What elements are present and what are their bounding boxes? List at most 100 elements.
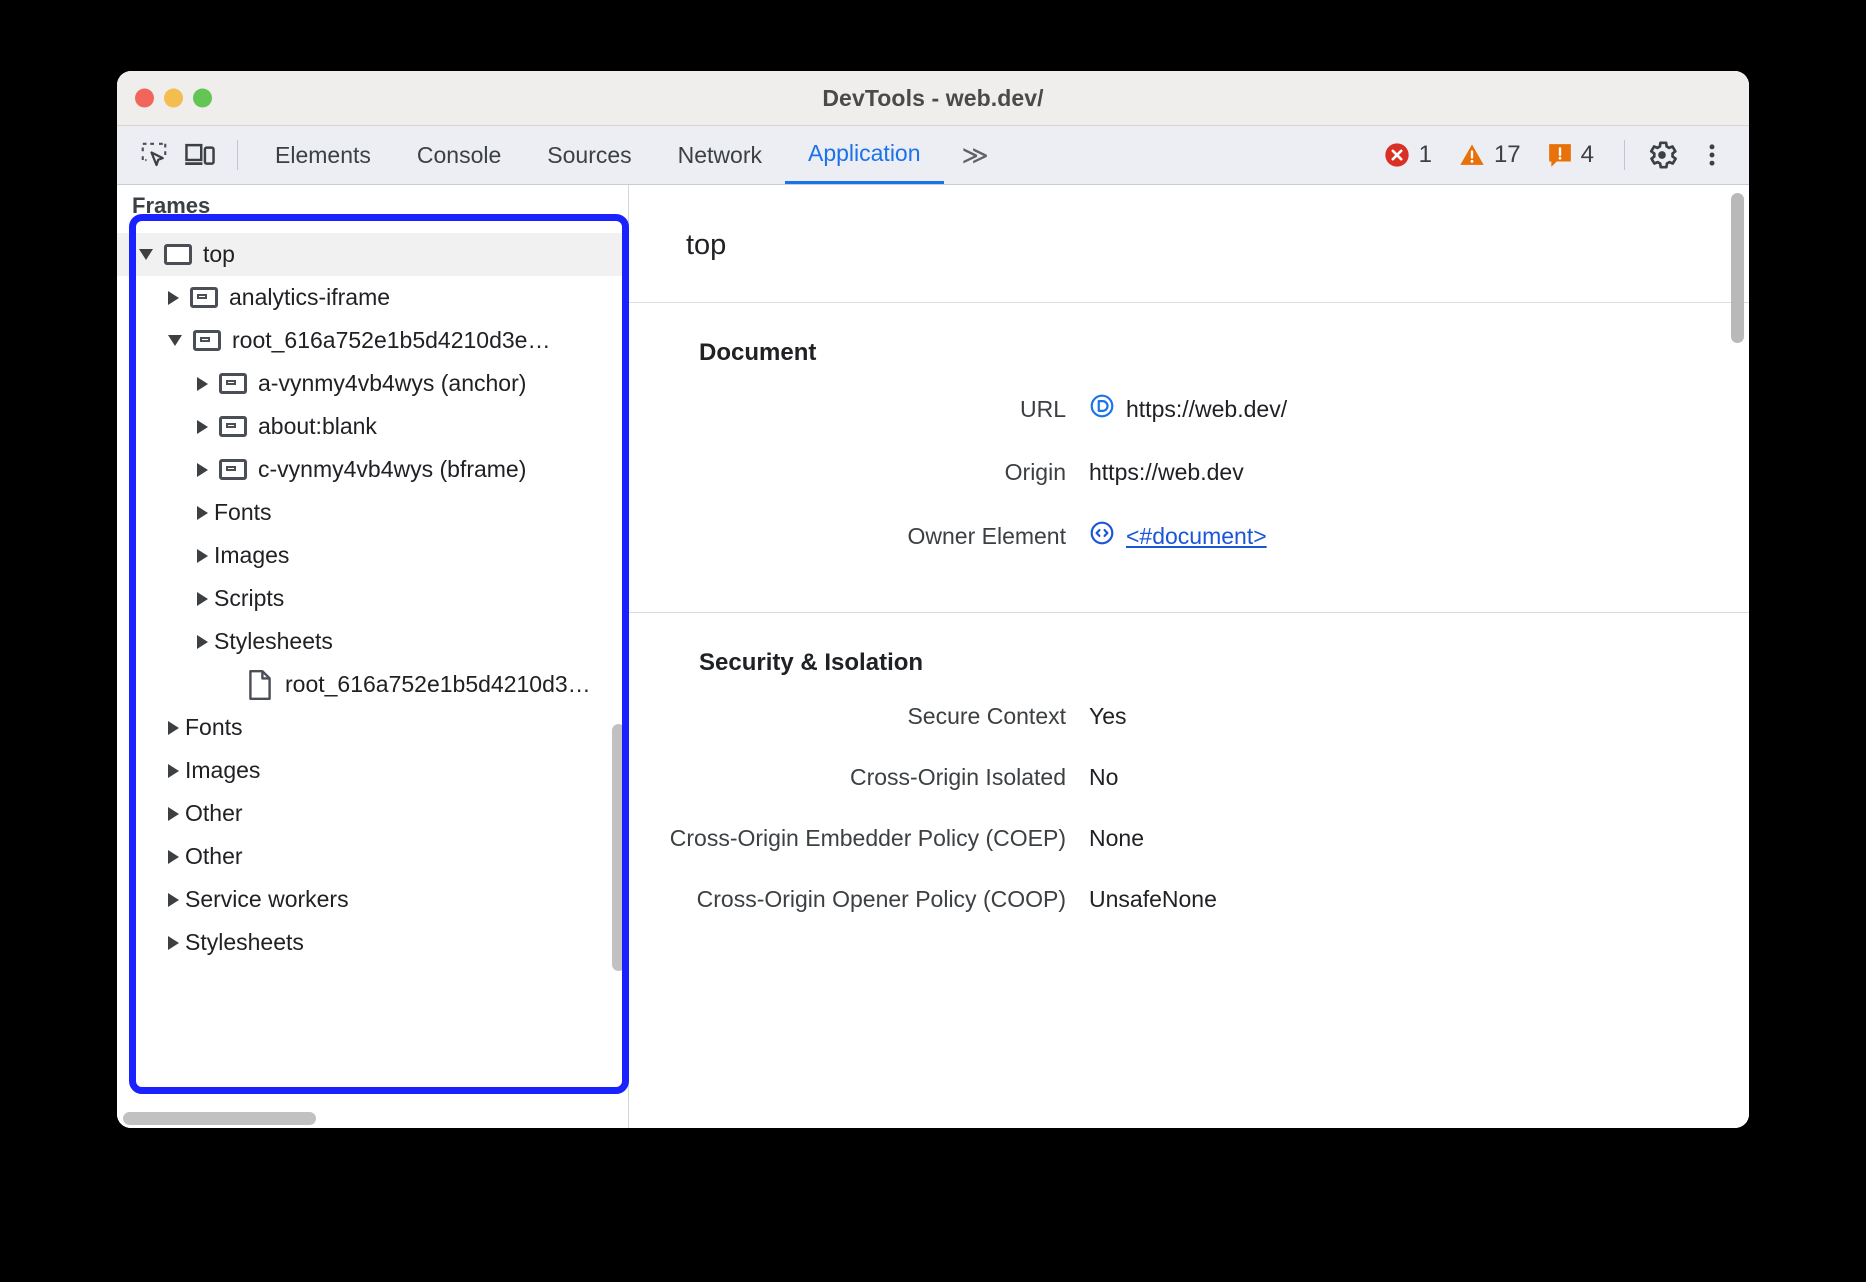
close-button[interactable] <box>135 89 154 108</box>
frame-details-panel: top DocumentURLhttps://web.dev/Originhtt… <box>629 185 1749 1128</box>
frames-tree-row[interactable]: Service workers <box>117 878 628 921</box>
frames-sidebar: Frames top analytics-iframe root_616a752e1… <box>117 185 629 1128</box>
chevron-right-icon[interactable] <box>168 721 179 735</box>
frames-tree-row[interactable]: Fonts <box>117 491 628 534</box>
details-row: Cross-Origin IsolatedNo <box>629 764 1749 791</box>
chevron-right-icon[interactable] <box>168 807 179 821</box>
details-row-link[interactable]: <#document> <box>1126 523 1267 550</box>
frames-tree-row-label: about:blank <box>258 415 377 438</box>
details-row-key: Cross-Origin Embedder Policy (COEP) <box>629 825 1089 852</box>
details-vertical-scrollbar[interactable] <box>1731 193 1744 343</box>
devtools-content: Frames top analytics-iframe root_616a752e1… <box>117 185 1749 1128</box>
frames-tree-row[interactable]: Stylesheets <box>117 921 628 964</box>
frames-tree-row[interactable]: Images <box>117 534 628 577</box>
frame-circle-icon <box>1089 393 1115 425</box>
document-icon <box>248 670 272 700</box>
details-row: Originhttps://web.dev <box>629 459 1749 486</box>
frames-tree-row-label: top <box>203 243 235 266</box>
tab-sources[interactable]: Sources <box>524 126 654 184</box>
chevron-right-icon[interactable] <box>168 850 179 864</box>
frames-tree-row-label: a-vynmy4vb4wys (anchor) <box>258 372 526 395</box>
chevron-right-icon[interactable] <box>168 893 179 907</box>
details-section: Security & IsolationSecure ContextYesCro… <box>629 613 1749 973</box>
window-title: DevTools - web.dev/ <box>117 85 1749 112</box>
details-row-value: https://web.dev/ <box>1089 393 1287 425</box>
details-row-value: UnsafeNone <box>1089 886 1217 913</box>
details-row-text: None <box>1089 825 1144 852</box>
frames-tree-row-label: Images <box>214 544 289 567</box>
panel-tab-list: Elements Console Sources Network Applica… <box>252 126 1004 184</box>
frames-tree-row[interactable]: c-vynmy4vb4wys (bframe) <box>117 448 628 491</box>
frame-inner-icon <box>193 330 221 351</box>
frames-tree-row[interactable]: Other <box>117 792 628 835</box>
frames-tree-row[interactable]: Other <box>117 835 628 878</box>
details-row-key: URL <box>629 396 1089 423</box>
frames-tree-row-label: analytics-iframe <box>229 286 390 309</box>
details-row-value: No <box>1089 764 1118 791</box>
frames-tree-row-label: root_616a752e1b5d4210d3… <box>285 673 591 696</box>
frames-tree-row-label: Fonts <box>214 501 272 524</box>
devtools-window: DevTools - web.dev/ Elements Conso <box>117 71 1749 1128</box>
sidebar-vertical-scrollbar[interactable] <box>612 724 625 971</box>
tab-application[interactable]: Application <box>785 126 944 184</box>
details-row: URL https://web.dev/ <box>629 393 1749 425</box>
frames-tree-row[interactable]: Scripts <box>117 577 628 620</box>
error-count: 1 <box>1419 141 1432 169</box>
tab-elements[interactable]: Elements <box>252 126 394 184</box>
tab-network[interactable]: Network <box>655 126 785 184</box>
details-row-key: Origin <box>629 459 1089 486</box>
warning-counter[interactable]: 17 <box>1448 141 1531 169</box>
kebab-menu-icon[interactable] <box>1689 135 1735 175</box>
frame-inner-icon <box>219 459 247 480</box>
twisty-spacer <box>226 679 237 690</box>
gear-icon[interactable] <box>1639 135 1685 175</box>
inspect-element-icon[interactable] <box>131 135 177 175</box>
frames-tree-row[interactable]: about:blank <box>117 405 628 448</box>
zoom-button[interactable] <box>193 89 212 108</box>
frames-tree-row[interactable]: root_616a752e1b5d4210d3e… <box>117 319 628 362</box>
frames-tree-row[interactable]: Stylesheets <box>117 620 628 663</box>
chevron-right-icon[interactable] <box>197 635 208 649</box>
details-row: Owner Element<#document> <box>629 520 1749 552</box>
frames-header: Frames <box>117 185 628 227</box>
frames-tree-row-label: Other <box>185 802 243 825</box>
frames-tree-row[interactable]: Fonts <box>117 706 628 749</box>
frames-tree-row-label: Fonts <box>185 716 243 739</box>
issue-counter[interactable]: 4 <box>1537 141 1604 169</box>
chevron-right-icon[interactable] <box>197 463 208 477</box>
frames-tree-row[interactable]: top <box>117 233 628 276</box>
more-tabs-icon[interactable]: ≫ <box>944 140 1004 171</box>
frames-tree-row[interactable]: a-vynmy4vb4wys (anchor) <box>117 362 628 405</box>
details-row-text: UnsafeNone <box>1089 886 1217 913</box>
details-row-text: https://web.dev/ <box>1126 396 1287 423</box>
frames-tree-row[interactable]: Images <box>117 749 628 792</box>
frames-tree-row[interactable]: root_616a752e1b5d4210d3… <box>117 663 628 706</box>
frame-inner-icon <box>190 287 218 308</box>
toolbar-right-icons <box>1639 135 1735 175</box>
code-circle-icon <box>1089 520 1115 552</box>
frames-tree-container[interactable]: top analytics-iframe root_616a752e1b5d4210… <box>117 227 628 1128</box>
tab-console[interactable]: Console <box>394 126 524 184</box>
sidebar-horizontal-scrollbar[interactable] <box>123 1112 316 1125</box>
chevron-right-icon[interactable] <box>168 936 179 950</box>
chevron-right-icon[interactable] <box>197 549 208 563</box>
chevron-right-icon[interactable] <box>197 506 208 520</box>
device-toolbar-icon[interactable] <box>177 135 223 175</box>
traffic-light-buttons[interactable] <box>135 89 212 108</box>
chevron-right-icon[interactable] <box>197 377 208 391</box>
chevron-right-icon[interactable] <box>168 764 179 778</box>
chevron-right-icon[interactable] <box>168 291 179 305</box>
details-row-value: Yes <box>1089 703 1127 730</box>
error-counter[interactable]: 1 <box>1373 141 1442 169</box>
frames-tree-row[interactable]: analytics-iframe <box>117 276 628 319</box>
chevron-right-icon[interactable] <box>197 420 208 434</box>
details-row-value[interactable]: <#document> <box>1089 520 1267 552</box>
chevron-down-icon[interactable] <box>139 249 153 260</box>
frame-icon <box>164 244 192 265</box>
chevron-right-icon[interactable] <box>197 592 208 606</box>
details-row-key: Cross-Origin Isolated <box>629 764 1089 791</box>
chevron-down-icon[interactable] <box>168 335 182 346</box>
minimize-button[interactable] <box>164 89 183 108</box>
toolbar-divider <box>237 140 238 170</box>
warning-icon <box>1458 141 1486 169</box>
